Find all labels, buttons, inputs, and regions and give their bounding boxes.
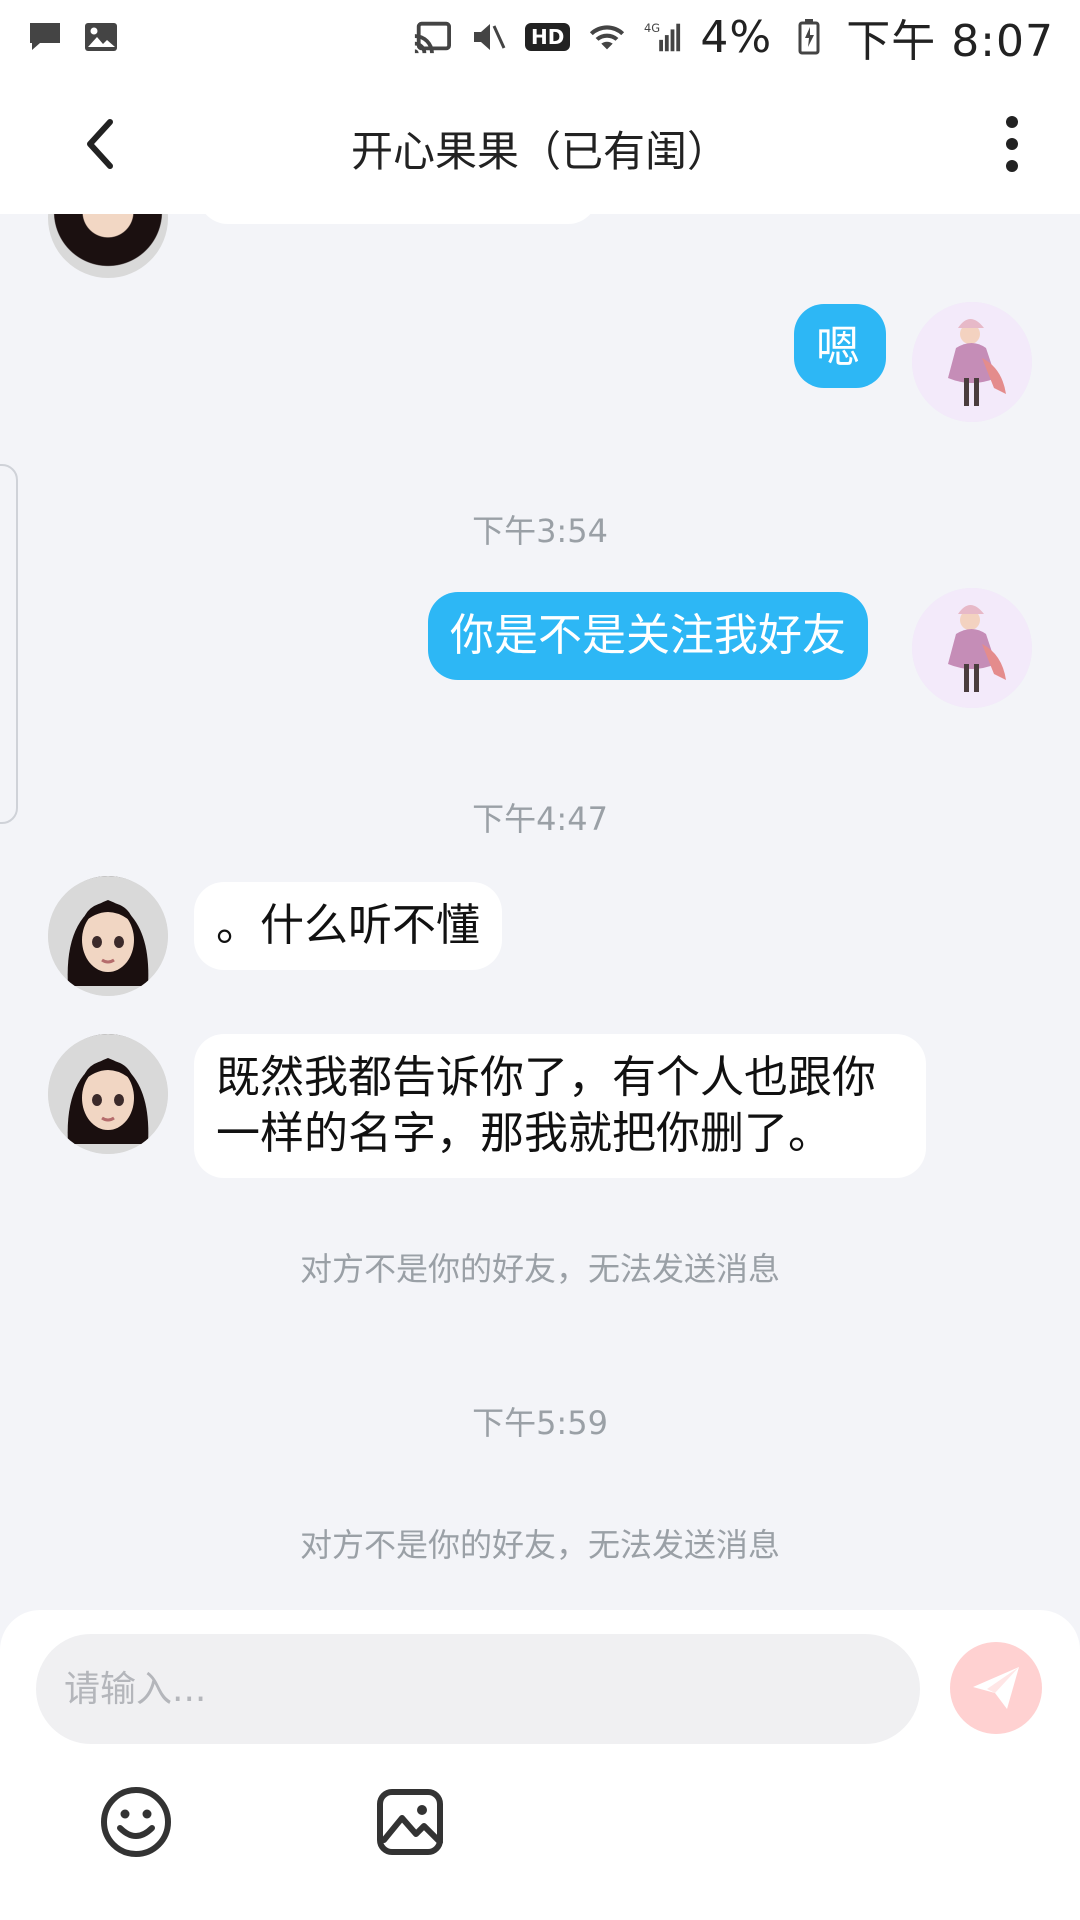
message-bubble-partial [198, 214, 598, 224]
cast-icon [413, 18, 452, 56]
hd-badge: HD [525, 23, 571, 51]
emoji-smile-icon [101, 1787, 171, 1857]
send-paper-plane-icon [973, 1667, 1019, 1709]
signal-4g-icon: 4G [644, 18, 682, 56]
send-button[interactable] [950, 1642, 1042, 1734]
status-right: HD 4G 4% 下午 8:07 [413, 5, 1054, 69]
timestamp: 下午3:54 [472, 512, 608, 550]
avatar-self-image [912, 588, 1032, 708]
avatar[interactable] [48, 876, 168, 996]
svg-text:4G: 4G [644, 21, 660, 35]
status-time: 下午 8:07 [846, 16, 1054, 67]
message-bubble-out[interactable]: 你是不是关注我好友 [428, 592, 868, 680]
battery-charging-icon [790, 18, 828, 56]
more-vertical-icon [1006, 116, 1018, 172]
battery-percent: 4% [700, 11, 773, 63]
avatar[interactable] [48, 1034, 168, 1154]
message-bubble-in[interactable]: 。什么听不懂 [194, 882, 502, 970]
image-picker-button[interactable] [370, 1782, 450, 1862]
message-bubble-in[interactable]: 既然我都告诉你了，有个人也跟你一样的名字，那我就把你删了。 [194, 1034, 926, 1178]
more-button[interactable] [992, 112, 1032, 176]
status-bar: HD 4G 4% 下午 8:07 [0, 0, 1080, 74]
avatar-contact-image [48, 1034, 168, 1154]
status-left [26, 18, 120, 56]
composer-panel [0, 1610, 1080, 1920]
avatar-contact-image [48, 876, 168, 996]
timestamp: 下午4:47 [472, 800, 608, 838]
message-icon [26, 18, 64, 56]
message-input[interactable] [36, 1634, 920, 1744]
image-picker-icon [377, 1789, 443, 1855]
avatar[interactable] [48, 214, 168, 278]
chat-header: 开心果果（已有闺） [0, 74, 1080, 214]
image-icon [82, 18, 120, 56]
wifi-icon [588, 18, 626, 56]
chat-list[interactable]: 嗯 下午3:54 你是不是关注我好友 下午4:47 。什么听不懂 既然我都告诉你… [0, 214, 1080, 1610]
avatar-self[interactable] [912, 302, 1032, 422]
emoji-button[interactable] [96, 1782, 176, 1862]
avatar-self[interactable] [912, 588, 1032, 708]
system-notice: 对方不是你的好友，无法发送消息 [299, 1526, 780, 1564]
system-notice: 对方不是你的好友，无法发送消息 [299, 1250, 780, 1288]
mute-icon [469, 18, 507, 56]
avatar-self-image [912, 302, 1032, 422]
page-title: 开心果果（已有闺） [350, 127, 729, 176]
timestamp: 下午5:59 [472, 1404, 608, 1442]
message-bubble-out[interactable]: 嗯 [794, 304, 886, 388]
